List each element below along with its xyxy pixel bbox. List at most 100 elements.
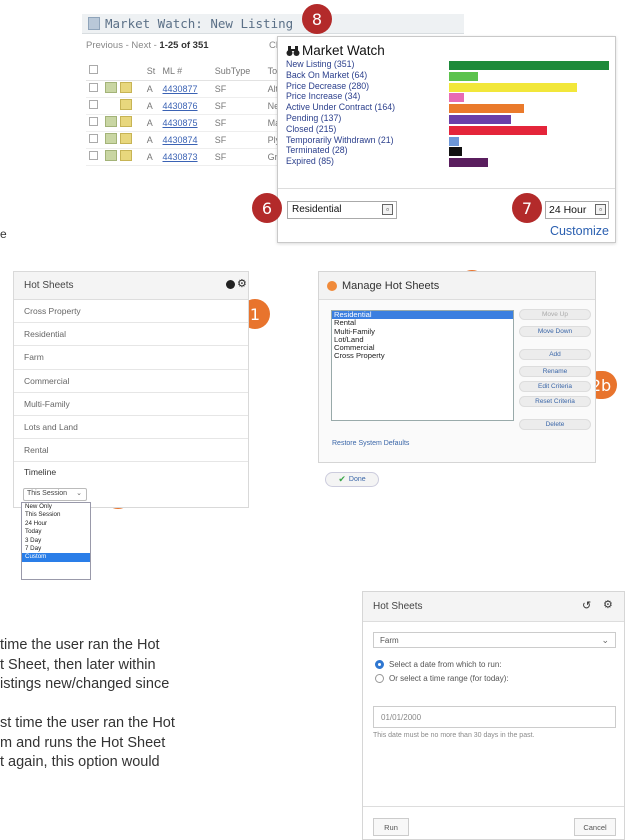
map-icon[interactable] (119, 116, 132, 127)
date-radio[interactable] (375, 660, 384, 669)
gear-icon[interactable]: ⚙ (237, 277, 247, 290)
timeline-option[interactable]: Today (22, 528, 90, 536)
range-radio[interactable] (375, 674, 384, 683)
table-row[interactable]: A 4430877 SF Alt (86, 80, 286, 98)
cancel-button[interactable]: Cancel (574, 818, 616, 836)
map-icon[interactable] (119, 133, 132, 144)
map-icon[interactable] (120, 99, 133, 110)
done-button[interactable]: ✔ Done (325, 472, 379, 487)
edit-criteria-button[interactable]: Edit Criteria (519, 381, 591, 392)
hot-sheet-item[interactable]: Farm (14, 346, 248, 370)
status-bar[interactable] (449, 158, 488, 168)
checkbox[interactable] (89, 65, 98, 75)
timeline-option[interactable]: This Session (22, 511, 90, 519)
range-radio-row[interactable]: Or select a time range (for today): (375, 674, 509, 683)
hot-sheet-item[interactable]: Residential (14, 323, 248, 347)
status-bar[interactable] (449, 136, 459, 146)
move-up-button[interactable]: Move Up (519, 309, 591, 320)
pager-next-link[interactable]: Next (131, 40, 151, 51)
pager-previous-link[interactable]: Previous (86, 40, 123, 51)
reset-criteria-button[interactable]: Reset Criteria (519, 396, 591, 407)
status-bar[interactable] (449, 61, 609, 70)
timeline-option[interactable]: 7 Day (22, 545, 90, 553)
column-header-subtype[interactable]: SubType (211, 62, 265, 81)
customize-link[interactable]: Customize (550, 224, 609, 238)
status-legend-link[interactable]: Pending (137) (286, 113, 456, 124)
checkbox[interactable] (89, 83, 98, 92)
restore-defaults-link[interactable]: Restore System Defaults (332, 440, 409, 447)
time-period-select[interactable]: 24 Hour ▫ (545, 201, 609, 219)
status-bar[interactable] (449, 147, 462, 157)
listbox-item[interactable]: Cross Property (332, 352, 513, 361)
row-ml-number-link[interactable]: 4430875 (159, 114, 212, 132)
checkbox[interactable] (89, 134, 98, 143)
table-row[interactable]: A 4430874 SF Ply (86, 131, 286, 149)
timeline-select[interactable]: This Session ⌄ (23, 488, 87, 501)
timeline-option[interactable]: 3 Day (22, 537, 90, 545)
column-header-status[interactable]: St (143, 62, 160, 81)
property-type-select[interactable]: Residential ▫ (287, 201, 397, 219)
photo-icon[interactable] (105, 116, 118, 127)
undo-icon[interactable]: ↺ (582, 599, 591, 612)
status-legend-link[interactable]: Back On Market (64) (286, 70, 456, 81)
hot-sheet-item[interactable]: Commercial (14, 370, 248, 393)
map-icon[interactable] (119, 82, 132, 93)
status-legend-link[interactable]: New Listing (351) (286, 59, 456, 70)
checkbox[interactable] (89, 117, 98, 126)
delete-button[interactable]: Delete (519, 419, 591, 430)
run-button[interactable]: Run (373, 818, 409, 836)
status-legend-link[interactable]: Price Increase (34) (286, 91, 456, 102)
status-bar[interactable] (449, 82, 577, 92)
table-row[interactable]: A 4430873 SF Gr (86, 148, 286, 166)
photo-icon[interactable] (105, 82, 118, 93)
select-toggle-icon[interactable]: ▫ (595, 204, 606, 215)
status-bar[interactable] (449, 115, 512, 124)
row-ml-number-link[interactable]: 4430877 (159, 80, 212, 98)
row-checkbox-cell[interactable] (86, 131, 103, 149)
hot-sheet-item[interactable]: Rental (14, 439, 248, 463)
checkbox[interactable] (89, 100, 98, 109)
listbox-item[interactable]: Residential (332, 310, 513, 320)
date-input[interactable]: 01/01/2000 (373, 706, 616, 728)
move-down-button[interactable]: Move Down (519, 326, 591, 337)
row-checkbox-cell[interactable] (86, 97, 103, 115)
row-checkbox-cell[interactable] (86, 114, 103, 132)
timeline-option[interactable]: New Only (22, 503, 90, 511)
select-all-checkbox-cell[interactable] (86, 62, 103, 81)
hot-sheet-item[interactable]: Multi-Family (14, 393, 248, 416)
timeline-option[interactable]: Custom (22, 553, 90, 562)
info-icon[interactable] (226, 280, 235, 289)
column-header-ml[interactable]: ML # (159, 62, 212, 81)
status-legend-link[interactable]: Expired (85) (286, 156, 456, 167)
gear-icon[interactable]: ⚙ (603, 598, 613, 611)
status-bar[interactable] (449, 71, 479, 81)
select-toggle-icon[interactable]: ▫ (382, 204, 393, 215)
status-legend-link[interactable]: Closed (215) (286, 124, 456, 135)
table-row[interactable]: A 4430875 SF Ma (86, 114, 286, 132)
hot-sheet-item[interactable]: Lots and Land (14, 416, 248, 440)
rename-button[interactable]: Rename (519, 366, 591, 377)
photo-icon[interactable] (105, 150, 118, 161)
row-ml-number-link[interactable]: 4430874 (159, 131, 212, 149)
date-radio-row[interactable]: Select a date from which to run: (375, 660, 502, 669)
property-type-select[interactable]: Farm ⌄ (373, 632, 616, 648)
row-checkbox-cell[interactable] (86, 148, 103, 166)
status-legend-link[interactable]: Price Decrease (280) (286, 81, 456, 92)
row-ml-number-link[interactable]: 4430873 (159, 148, 212, 166)
hot-sheet-item[interactable]: Cross Property (14, 300, 248, 324)
status-bar[interactable] (449, 125, 547, 135)
table-row[interactable]: A 4430876 SF Ne (86, 97, 286, 115)
add-button[interactable]: Add (519, 349, 591, 360)
status-bar[interactable] (449, 93, 465, 103)
timeline-option[interactable]: 24 Hour (22, 520, 90, 528)
checkbox[interactable] (89, 151, 98, 160)
photo-icon[interactable] (105, 133, 118, 144)
status-bar[interactable] (449, 104, 524, 114)
row-ml-number-link[interactable]: 4430876 (159, 97, 212, 115)
row-checkbox-cell[interactable] (86, 80, 103, 98)
map-icon[interactable] (119, 150, 132, 161)
status-legend-link[interactable]: Active Under Contract (164) (286, 102, 456, 113)
hot-sheet-listbox[interactable]: Residential Rental Multi-Family Lot/Land Com… (331, 310, 514, 421)
status-legend-link[interactable]: Temporarily Withdrawn (21) (286, 135, 456, 146)
status-legend-link[interactable]: Terminated (28) (286, 145, 456, 156)
